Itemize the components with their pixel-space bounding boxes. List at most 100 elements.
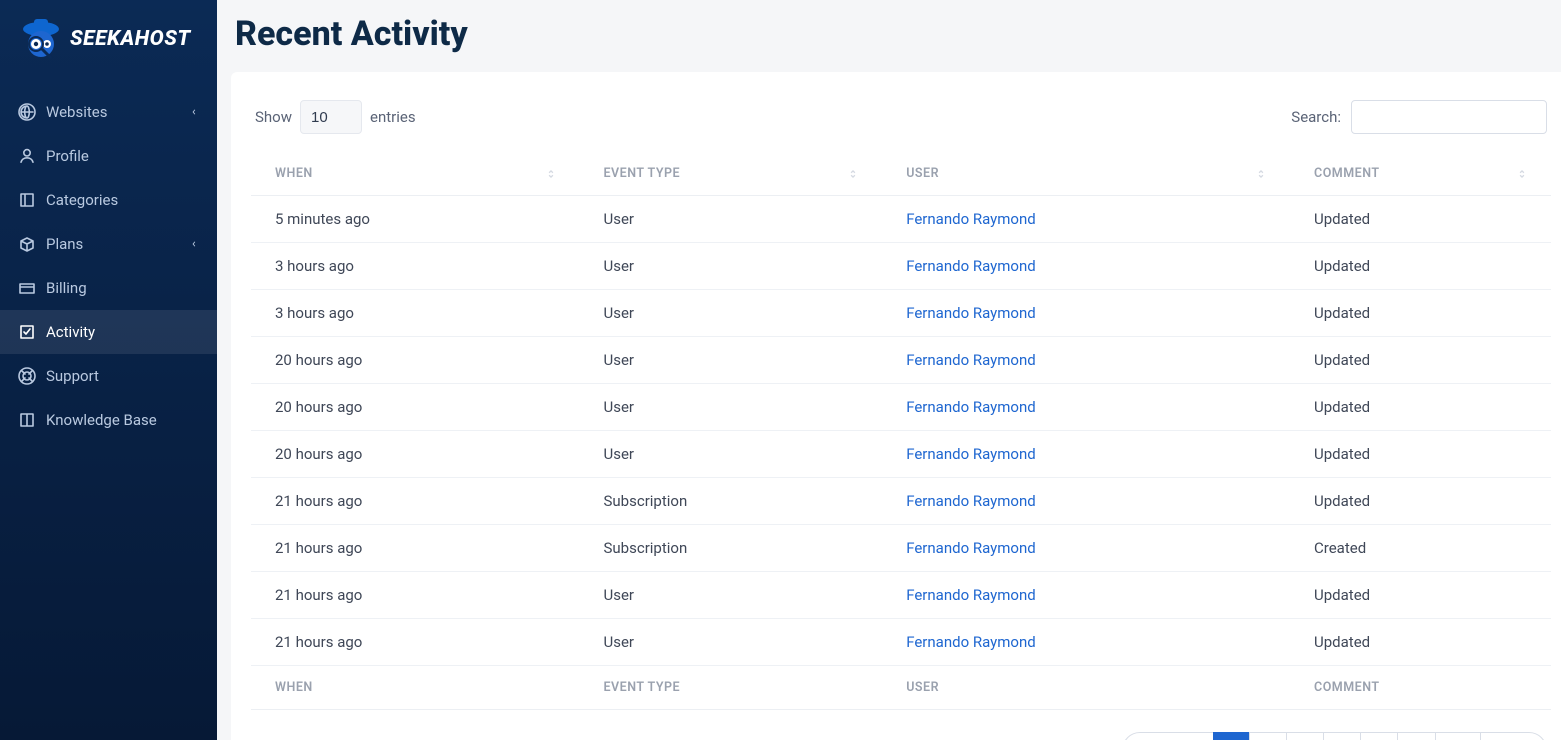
main-content: Recent Activity Show entries Search: WHE…: [217, 0, 1561, 740]
page-title: Recent Activity: [235, 14, 1543, 54]
cell-when: 20 hours ago: [251, 431, 580, 478]
sort-icon: [1517, 167, 1527, 181]
user-link[interactable]: Fernando Raymond: [906, 492, 1035, 510]
table-row: 20 hours agoUserFernando RaymondUpdated: [251, 337, 1551, 384]
box-icon: [18, 235, 36, 253]
sidebar-item-categories[interactable]: Categories: [0, 178, 217, 222]
user-link[interactable]: Fernando Raymond: [906, 539, 1035, 557]
foot-comment: COMMENT: [1290, 666, 1551, 710]
book-icon: [18, 411, 36, 429]
cell-user: Fernando Raymond: [882, 525, 1290, 572]
sidebar-item-label: Websites: [46, 103, 107, 121]
sidebar-item-activity[interactable]: Activity: [0, 310, 217, 354]
sidebar-item-knowledge-base[interactable]: Knowledge Base: [0, 398, 217, 442]
user-link[interactable]: Fernando Raymond: [906, 210, 1035, 228]
cell-user: Fernando Raymond: [882, 196, 1290, 243]
page-header: Recent Activity: [217, 0, 1561, 72]
foot-when: WHEN: [251, 666, 580, 710]
sidebar-item-label: Activity: [46, 323, 95, 341]
cell-event-type: User: [580, 290, 883, 337]
col-user[interactable]: USER: [882, 152, 1290, 196]
check-square-icon: [18, 323, 36, 341]
show-entries: Show entries: [255, 100, 416, 134]
sidebar-item-label: Categories: [46, 191, 118, 209]
cell-when: 21 hours ago: [251, 525, 580, 572]
page-70[interactable]: 70: [1435, 732, 1481, 740]
table-footer: Showing 1 to 10 of 700 entries Previous1…: [251, 732, 1551, 740]
table-row: 21 hours agoSubscription Fernando Raymond…: [251, 525, 1551, 572]
cell-comment: Updated: [1290, 384, 1551, 431]
col-comment[interactable]: COMMENT: [1290, 152, 1551, 196]
table-row: 3 hours agoUserFernando RaymondUpdated: [251, 243, 1551, 290]
sort-icon: [546, 167, 556, 181]
sidebar-item-profile[interactable]: Profile: [0, 134, 217, 178]
cell-user: Fernando Raymond: [882, 478, 1290, 525]
sidebar-item-plans[interactable]: Plans: [0, 222, 217, 266]
foot-event-type: EVENT TYPE: [580, 666, 883, 710]
cell-when: 20 hours ago: [251, 384, 580, 431]
sidebar-nav: Websites Profile Categories PlansBilling Act…: [0, 90, 217, 442]
chevron-left-icon: [189, 239, 199, 249]
cell-comment: Updated: [1290, 196, 1551, 243]
cell-event-type: User: [580, 431, 883, 478]
table-row: 3 hours agoUserFernando RaymondUpdated: [251, 290, 1551, 337]
page-2[interactable]: 2: [1249, 732, 1287, 740]
user-link[interactable]: Fernando Raymond: [906, 398, 1035, 416]
user-link[interactable]: Fernando Raymond: [906, 351, 1035, 369]
user-link[interactable]: Fernando Raymond: [906, 257, 1035, 275]
user-link[interactable]: Fernando Raymond: [906, 586, 1035, 604]
cell-comment: Updated: [1290, 619, 1551, 666]
cell-event-type: User: [580, 619, 883, 666]
search-input[interactable]: [1351, 100, 1547, 134]
table-controls: Show entries Search:: [251, 100, 1551, 134]
page-5[interactable]: 5: [1360, 732, 1398, 740]
sidebar-item-billing[interactable]: Billing: [0, 266, 217, 310]
cell-event-type: User: [580, 572, 883, 619]
show-prefix: Show: [255, 108, 292, 126]
page-ellipsis: …: [1397, 732, 1436, 740]
user-link[interactable]: Fernando Raymond: [906, 633, 1035, 651]
activity-panel: Show entries Search: WHEN EVENT TYPE: [231, 72, 1561, 740]
sidebar-item-websites[interactable]: Websites: [0, 90, 217, 134]
cell-when: 3 hours ago: [251, 243, 580, 290]
page-next[interactable]: Next: [1480, 732, 1547, 740]
cell-user: Fernando Raymond: [882, 337, 1290, 384]
table-row: 21 hours agoUserFernando RaymondUpdated: [251, 572, 1551, 619]
user-link[interactable]: Fernando Raymond: [906, 445, 1035, 463]
cell-when: 20 hours ago: [251, 337, 580, 384]
cell-event-type: User: [580, 337, 883, 384]
search-wrap: Search:: [1291, 100, 1547, 134]
col-when[interactable]: WHEN: [251, 152, 580, 196]
sidebar-item-support[interactable]: Support: [0, 354, 217, 398]
page-4[interactable]: 4: [1323, 732, 1361, 740]
activity-table: WHEN EVENT TYPE USER COMMENT: [251, 152, 1551, 710]
lifebuoy-icon: [18, 367, 36, 385]
sort-icon: [1256, 167, 1266, 181]
page-1[interactable]: 1: [1213, 732, 1251, 740]
page-3[interactable]: 3: [1286, 732, 1324, 740]
cell-comment: Updated: [1290, 572, 1551, 619]
cell-when: 21 hours ago: [251, 619, 580, 666]
table-row: 20 hours agoUser Fernando Raymond Updated: [251, 431, 1551, 478]
cell-when: 21 hours ago: [251, 478, 580, 525]
activity-tbody: 5 minutes agoUserFernando RaymondUpdated…: [251, 196, 1551, 666]
entries-select[interactable]: [300, 100, 362, 134]
page-prev[interactable]: Previous: [1122, 732, 1214, 740]
pagination: Previous12345…70Next: [1123, 732, 1547, 740]
brand-logo[interactable]: SEEKAHOST: [0, 0, 217, 72]
user-icon: [18, 147, 36, 165]
cell-event-type: Subscription: [580, 478, 883, 525]
chevron-left-icon: [189, 107, 199, 117]
cell-event-type: User: [580, 384, 883, 431]
col-event-type[interactable]: EVENT TYPE: [580, 152, 883, 196]
table-row: 20 hours agoUser Fernando Raymond Updated: [251, 384, 1551, 431]
cell-comment: Updated: [1290, 431, 1551, 478]
cell-user: Fernando Raymond: [882, 572, 1290, 619]
cell-event-type: Subscription: [580, 525, 883, 572]
table-row: 5 minutes agoUserFernando RaymondUpdated: [251, 196, 1551, 243]
sidebar-item-label: Support: [46, 367, 99, 385]
search-label: Search:: [1291, 108, 1341, 126]
cell-comment: Updated: [1290, 290, 1551, 337]
user-link[interactable]: Fernando Raymond: [906, 304, 1035, 322]
cell-user: Fernando Raymond: [882, 384, 1290, 431]
